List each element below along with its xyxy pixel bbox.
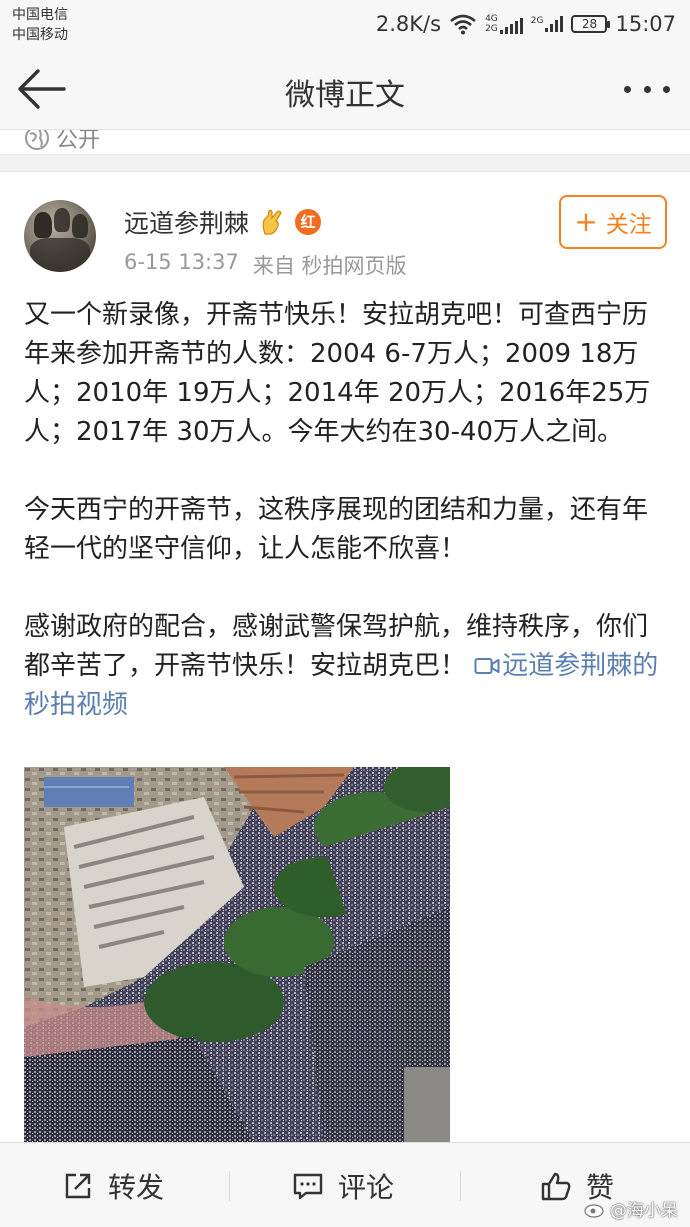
- post-timestamp: 6-15 13:37: [124, 250, 239, 274]
- signal-1-bars-icon: [499, 18, 523, 34]
- visibility-label: 公开: [56, 130, 101, 153]
- video-camera-icon: [474, 658, 500, 674]
- signal-2-bars-icon: [545, 16, 564, 32]
- repost-icon: [65, 1173, 91, 1198]
- wifi-icon: [450, 14, 476, 35]
- watermark-text: @海小呆: [610, 1201, 678, 1221]
- watermark: @海小呆: [584, 1196, 678, 1221]
- author-row: 远道参荆棘 红: [124, 204, 322, 240]
- page-title: 微博正文: [285, 78, 405, 113]
- section-divider: [0, 154, 690, 172]
- status-bar: 中国电信 中国移动 2.8K/s 4G 2G 2G 28 15:07: [0, 0, 690, 50]
- post-meta: 6-15 13:37 来自 秒拍网页版: [124, 250, 407, 280]
- aerial-crowd-image: [24, 767, 450, 1143]
- visibility-strip: 公开: [0, 130, 690, 154]
- weibo-logo-icon: [584, 1200, 605, 1218]
- avatar[interactable]: [24, 200, 96, 272]
- post-paragraph-2: 今天西宁的开斋节，这秩序展现的团结和力量，还有年轻一代的坚守信仰，让人怎能不欣喜…: [24, 495, 649, 564]
- comment-icon: [293, 1173, 323, 1199]
- globe-icon: [25, 130, 49, 150]
- video-thumbnail[interactable]: [24, 767, 450, 1143]
- hand-gesture-icon: [262, 209, 282, 235]
- signal-1-label-bottom: 2G: [485, 24, 498, 34]
- signal-1: 4G 2G: [485, 14, 523, 34]
- repost-button[interactable]: 转发: [62, 1143, 164, 1227]
- plus-icon: +: [574, 205, 598, 238]
- signal-2: 2G: [531, 16, 564, 32]
- signal-2-label: 2G: [530, 16, 544, 26]
- battery-icon: 28: [571, 15, 611, 33]
- post-paragraph-3-wrap: 感谢政府的配合，感谢武警保驾护航，维持秩序，你们都辛苦了，开斋节快乐！安拉胡克巴…: [24, 608, 670, 725]
- carrier-info: 中国电信 中国移动: [12, 5, 68, 45]
- red-badge: 红: [295, 209, 322, 235]
- clock: 15:07: [615, 12, 676, 36]
- more-dots-icon: [624, 85, 631, 93]
- signal-1-label-top: 4G: [485, 14, 498, 24]
- post-source: 来自 秒拍网页版: [252, 254, 407, 278]
- carrier-1: 中国电信: [12, 7, 68, 23]
- comment-button[interactable]: 评论: [292, 1143, 394, 1227]
- net-speed: 2.8K/s: [375, 12, 442, 36]
- author-name[interactable]: 远道参荆棘: [124, 204, 249, 240]
- comment-label: 评论: [338, 1170, 395, 1204]
- repost-label: 转发: [108, 1170, 165, 1204]
- more-button[interactable]: [624, 76, 670, 102]
- post-body: 又一个新录像，开斋节快乐！安拉胡克吧！可查西宁历年来参加开斋节的人数：2004 …: [24, 296, 670, 725]
- nav-bar: 微博正文: [0, 50, 690, 130]
- status-indicators: 2.8K/s 4G 2G 2G 28 15:07: [376, 8, 676, 40]
- post-paragraph-1: 又一个新录像，开斋节快乐！安拉胡克吧！可查西宁历年来参加开斋节的人数：2004 …: [24, 300, 651, 447]
- carrier-2: 中国移动: [12, 27, 68, 43]
- follow-button[interactable]: + 关注: [559, 195, 667, 249]
- follow-label: 关注: [605, 212, 652, 238]
- thumbs-up-icon: [541, 1172, 571, 1200]
